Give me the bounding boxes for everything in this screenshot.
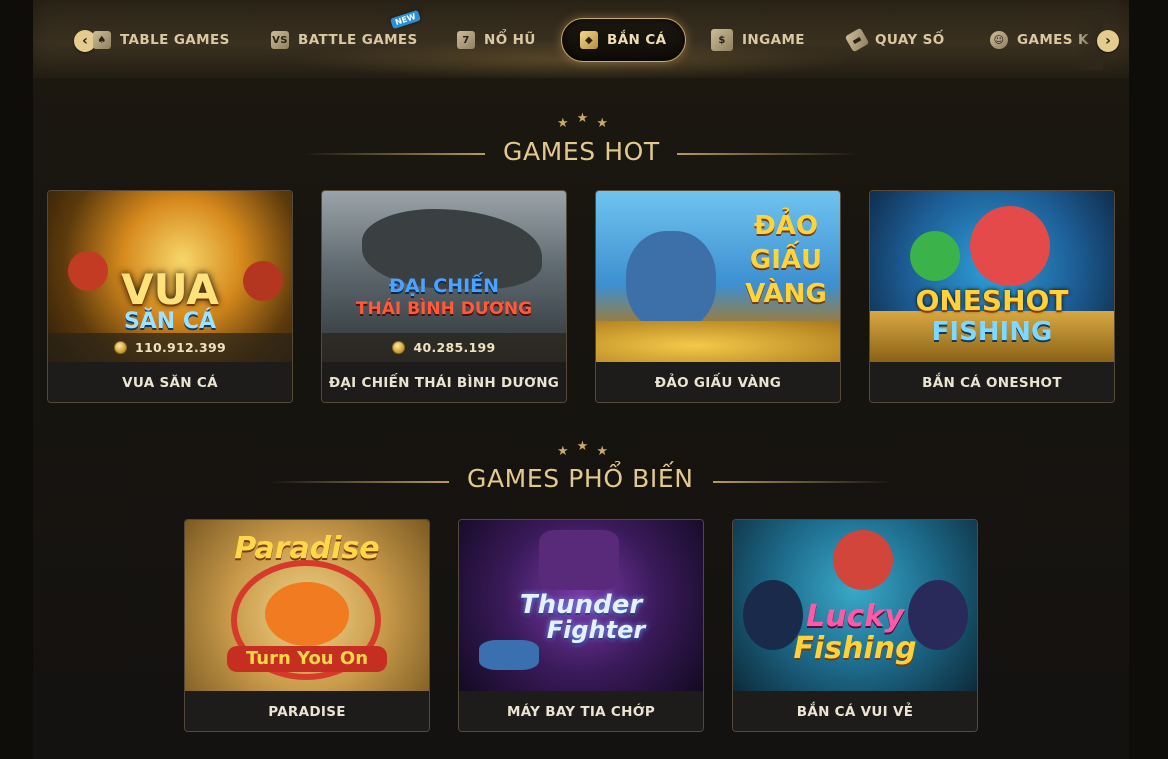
art-title-line1: Thunder: [519, 590, 643, 620]
tab-label: BATTLE GAMES: [298, 32, 418, 48]
game-card-may-bay-tia-chop[interactable]: Thunder Fighter MÁY BAY TIA CHỚP: [458, 519, 704, 732]
game-card-vua-san-ca[interactable]: VUA SĂN CÁ 110.912.399 VUA SĂN CÁ: [47, 190, 293, 403]
tab-label: INGAME: [742, 32, 805, 48]
tab-label: QUAY SỐ: [875, 32, 945, 48]
art-title-line2: GIẤU: [749, 245, 823, 275]
slot-icon: 7: [457, 31, 475, 49]
tab-label: NỔ HŨ: [484, 32, 536, 48]
game-thumbnail: ONESHOT FISHING: [870, 191, 1114, 362]
tab-label: BẮN CÁ: [607, 32, 667, 48]
game-category-nav: ‹ ♠ TABLE GAMES VS BATTLE GAMES NEW 7 NỔ…: [33, 0, 1129, 80]
art-title-line1: ONESHOT: [915, 284, 1069, 317]
tab-quay-so[interactable]: ▬ QUAY SỐ: [844, 18, 945, 62]
art-title-line2: Fighter: [546, 616, 646, 644]
game-name: VUA SĂN CÁ: [48, 362, 292, 402]
smile-icon: ☺: [990, 31, 1008, 49]
art-title-line1: Paradise: [234, 531, 380, 566]
nav-next-arrow-icon[interactable]: ›: [1097, 30, 1119, 52]
tab-ban-ca[interactable]: ◆ BẮN CÁ: [561, 18, 686, 62]
game-card-paradise[interactable]: Paradise Turn You On PARADISE: [184, 519, 430, 732]
jackpot-amount: 40.285.199: [413, 340, 496, 355]
game-thumbnail: Lucky Fishing: [733, 520, 977, 691]
art-title-line3: VÀNG: [745, 279, 827, 309]
game-card-ban-ca-oneshot[interactable]: ONESHOT FISHING BẮN CÁ ONESHOT: [869, 190, 1115, 403]
divider-right: [677, 153, 859, 155]
game-card-dai-chien[interactable]: ĐẠI CHIẾN THÁI BÌNH DƯƠNG 40.285.199 ĐẠI…: [321, 190, 567, 403]
game-card-dao-giau-vang[interactable]: ĐẢO GIẤU VÀNG ĐẢO GIẤU VÀNG: [595, 190, 841, 403]
divider-left: [303, 153, 485, 155]
stars-decoration-icon: ★ ★ ★: [557, 439, 608, 459]
art-title-line1: ĐẠI CHIẾN: [388, 275, 500, 297]
game-thumbnail: Thunder Fighter: [459, 520, 703, 691]
art-title-line1: Lucky: [806, 599, 904, 634]
tab-no-hu[interactable]: 7 NỔ HŨ: [457, 18, 536, 62]
tab-table-games[interactable]: ♠ TABLE GAMES: [93, 18, 230, 62]
game-thumbnail: Paradise Turn You On: [185, 520, 429, 691]
tab-label: TABLE GAMES: [120, 32, 230, 48]
lottery-ticket-icon: ▬: [844, 27, 870, 53]
coin-icon: [113, 341, 127, 354]
ingame-cards-icon: $: [711, 29, 733, 51]
tab-ingame[interactable]: $ INGAME: [711, 18, 805, 62]
divider-right: [713, 481, 893, 483]
cards-icon: ♠: [93, 31, 111, 49]
section-title-games-pho-bien: GAMES PHỔ BIẾN: [467, 464, 694, 493]
art-title-line2: FISHING: [931, 317, 1053, 347]
versus-icon: VS: [271, 31, 289, 49]
jackpot-amount: 110.912.399: [134, 340, 227, 355]
game-name: BẮN CÁ ONESHOT: [870, 362, 1114, 402]
art-title-line2: THÁI BÌNH DƯƠNG: [355, 299, 533, 319]
game-name: ĐẢO GIẤU VÀNG: [596, 362, 840, 402]
fish-icon: ◆: [580, 31, 598, 49]
art-title-line2: Fishing: [793, 631, 917, 666]
divider-left: [269, 481, 449, 483]
section-title-games-hot: GAMES HOT: [503, 137, 660, 166]
art-title-line1: VUA: [121, 265, 219, 314]
art-title-line1: ĐẢO: [753, 211, 818, 241]
jackpot-bar: 40.285.199: [322, 333, 566, 362]
coin-icon: [392, 341, 406, 354]
game-thumbnail: ĐẢO GIẤU VÀNG: [596, 191, 840, 362]
stars-decoration-icon: ★ ★ ★: [557, 111, 608, 131]
art-title-line2: Turn You On: [227, 646, 387, 672]
art-title-line2: SĂN CÁ: [123, 309, 217, 334]
game-name: PARADISE: [185, 691, 429, 731]
game-card-ban-ca-vui-ve[interactable]: Lucky Fishing BẮN CÁ VUI VẺ: [732, 519, 978, 732]
game-name: BẮN CÁ VUI VẺ: [733, 691, 977, 731]
game-name: MÁY BAY TIA CHỚP: [459, 691, 703, 731]
page-container: ‹ ♠ TABLE GAMES VS BATTLE GAMES NEW 7 NỔ…: [33, 0, 1129, 759]
game-name: ĐẠI CHIẾN THÁI BÌNH DƯƠNG: [322, 362, 566, 402]
jackpot-bar: 110.912.399: [48, 333, 292, 362]
